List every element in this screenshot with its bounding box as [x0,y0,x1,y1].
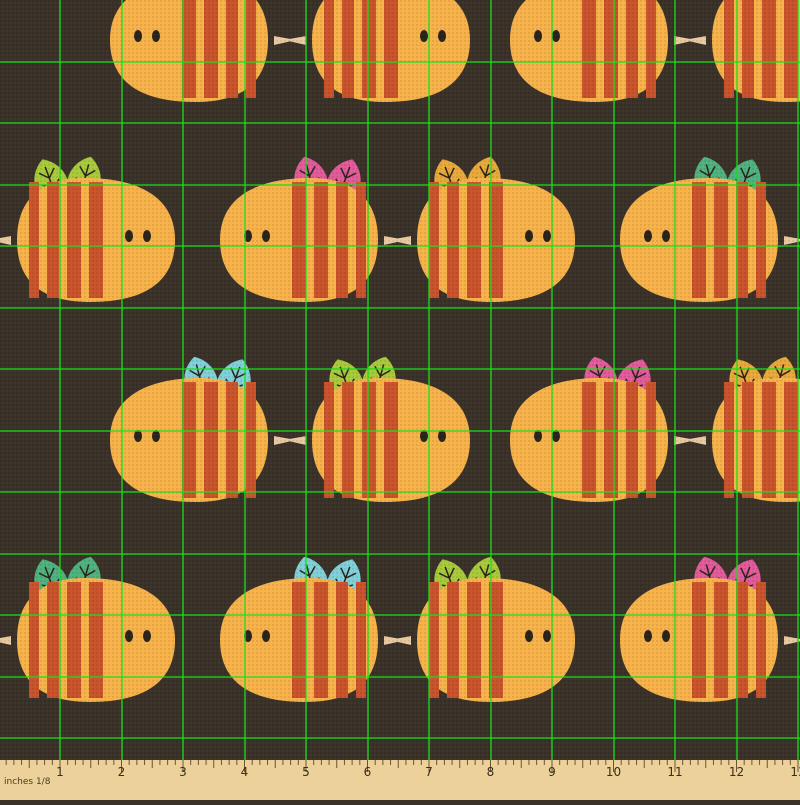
ruler-number-11: 11 [667,765,682,779]
ruler-number-8: 8 [487,765,495,779]
ruler-number-12: 12 [729,765,744,779]
ruler-number-5: 5 [302,765,310,779]
fabric-swatch: inches 1/8 12345678910111213 [0,0,800,800]
bee-pattern: inches 1/8 12345678910111213 [0,0,800,800]
ruler-number-10: 10 [606,765,621,779]
ruler-number-1: 1 [56,765,64,779]
ruler-number-3: 3 [179,765,187,779]
ruler-number-13: 13 [790,765,800,779]
ruler-number-2: 2 [118,765,126,779]
weave-texture [0,0,800,760]
ruler-number-7: 7 [425,765,433,779]
ruler: inches 1/8 12345678910111213 [0,760,800,800]
ruler-unit-label: inches 1/8 [4,777,51,787]
ruler-number-6: 6 [364,765,372,779]
ruler-number-9: 9 [548,765,556,779]
ruler-number-4: 4 [241,765,249,779]
